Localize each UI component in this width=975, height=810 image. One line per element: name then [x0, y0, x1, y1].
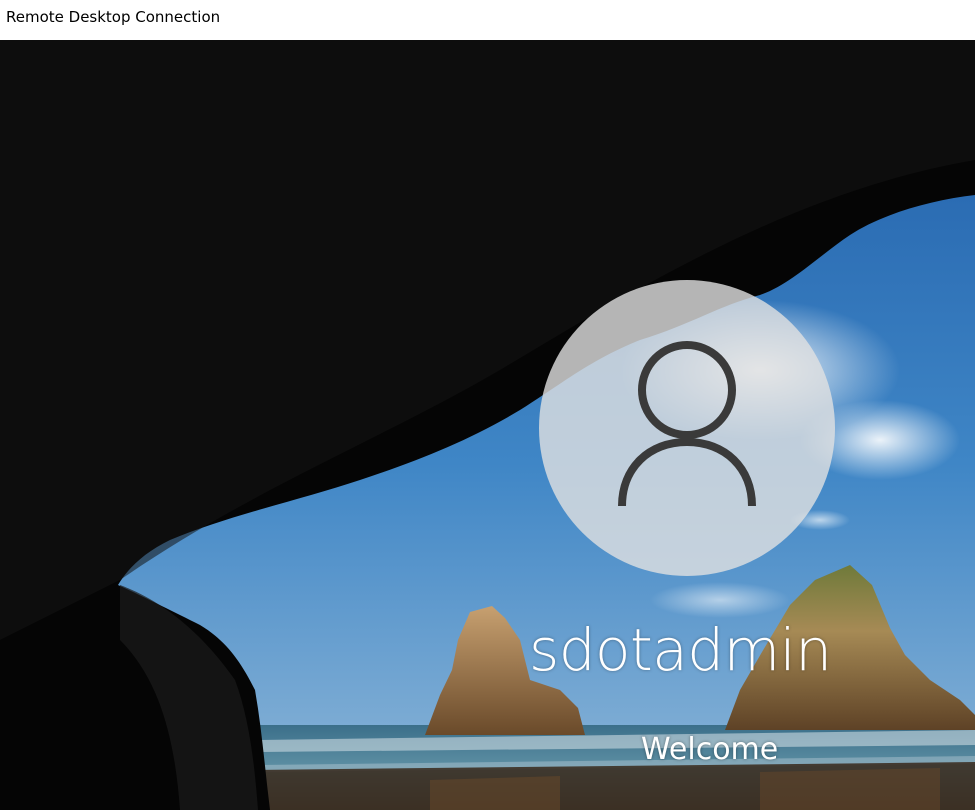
remote-desktop-lock-screen: sdotadmin Welcome	[0, 40, 975, 810]
user-icon	[618, 341, 756, 507]
welcome-status: Welcome	[641, 732, 779, 767]
user-avatar	[539, 280, 835, 576]
window-title-bar: Remote Desktop Connection	[0, 0, 975, 40]
window-title: Remote Desktop Connection	[6, 8, 221, 26]
user-name: sdotadmin	[529, 616, 832, 684]
